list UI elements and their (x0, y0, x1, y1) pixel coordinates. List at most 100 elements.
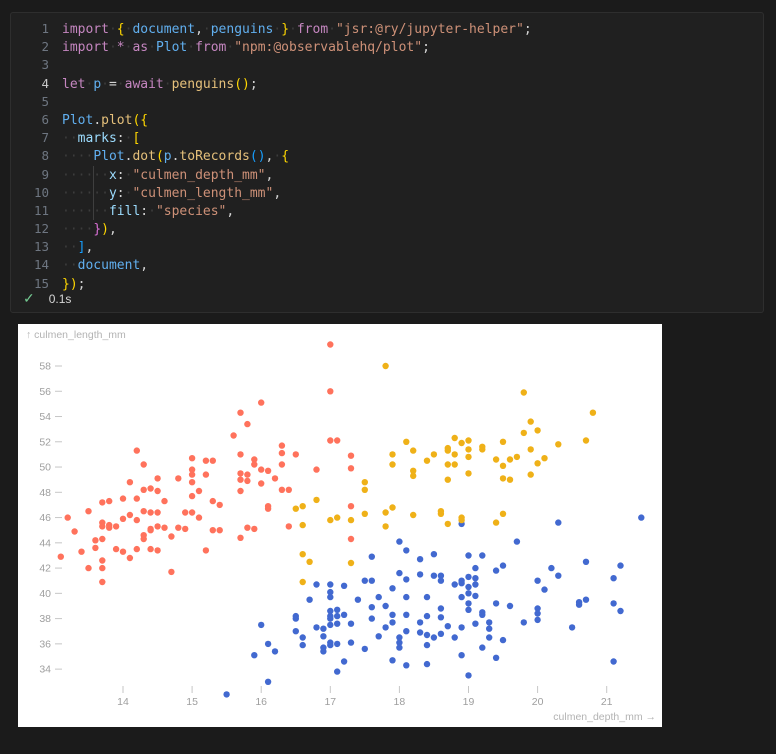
data-point (134, 517, 140, 523)
x-axis-title: culmen_depth_mm → (553, 711, 656, 723)
data-point (569, 624, 575, 630)
data-point (521, 430, 527, 436)
data-point (161, 525, 167, 531)
data-point (99, 536, 105, 542)
code-line: 13··], (11, 238, 763, 256)
code-token: = (109, 77, 117, 92)
data-point (237, 488, 243, 494)
code-token: : (117, 168, 125, 183)
x-tick-label: 16 (255, 696, 267, 708)
code-token: dot (132, 149, 155, 164)
code-token: ; (78, 277, 86, 292)
data-point (196, 514, 202, 520)
data-point (92, 537, 98, 543)
data-point (382, 523, 388, 529)
x-tick-label: 19 (463, 696, 475, 708)
data-point (465, 446, 471, 452)
data-point (92, 545, 98, 551)
data-point (106, 525, 112, 531)
code-token: let (62, 77, 85, 92)
code-token: [ (132, 131, 140, 146)
data-point (341, 658, 347, 664)
data-point (465, 607, 471, 613)
data-point (445, 461, 451, 467)
data-point (583, 437, 589, 443)
data-point (327, 517, 333, 523)
code-editor[interactable]: 1import·{·document,·penguins·}·from·"jsr… (11, 13, 763, 293)
data-point (244, 478, 250, 484)
code-token: from (297, 22, 328, 37)
code-token: ( (234, 77, 242, 92)
data-point (521, 389, 527, 395)
data-point (348, 536, 354, 542)
data-point (141, 487, 147, 493)
data-point (382, 509, 388, 515)
code-token: "npm:@observablehq/plot" (234, 40, 422, 55)
y-tick-label: 52 (39, 436, 51, 448)
x-tick-label: 20 (532, 696, 544, 708)
series-chinstrap (293, 363, 597, 585)
whitespace-dot: ······ (62, 204, 109, 219)
whitespace-dot: · (109, 40, 117, 55)
data-point (389, 451, 395, 457)
data-point (127, 555, 133, 561)
data-point (237, 451, 243, 457)
data-point (99, 523, 105, 529)
data-point (141, 461, 147, 467)
data-point (493, 456, 499, 462)
data-point (99, 499, 105, 505)
whitespace-dot: ·· (62, 258, 78, 273)
data-point (452, 451, 458, 457)
data-point (154, 523, 160, 529)
data-point (85, 565, 91, 571)
data-point (106, 498, 112, 504)
data-point (147, 546, 153, 552)
line-number: 8 (11, 147, 49, 165)
data-point (610, 600, 616, 606)
code-token: penguins (211, 22, 274, 37)
code-token: , (226, 204, 234, 219)
data-point (300, 642, 306, 648)
data-point (175, 475, 181, 481)
data-point (99, 579, 105, 585)
line-number: 12 (11, 220, 49, 238)
data-point (279, 442, 285, 448)
data-point (327, 581, 333, 587)
data-point (313, 581, 319, 587)
data-point (327, 594, 333, 600)
data-point (210, 498, 216, 504)
data-point (458, 652, 464, 658)
whitespace-dot: ···· (62, 222, 93, 237)
code-token: , (273, 186, 281, 201)
code-line: 15}); (11, 275, 763, 293)
data-point (528, 446, 534, 452)
code-token: ) (242, 77, 250, 92)
data-point (424, 594, 430, 600)
data-point (127, 512, 133, 518)
series-gentoo (58, 341, 355, 585)
execution-time: 0.1s (49, 292, 72, 306)
code-token: "species" (156, 204, 226, 219)
data-point (203, 471, 209, 477)
data-point (500, 463, 506, 469)
data-point (161, 498, 167, 504)
whitespace-dot: ···· (62, 149, 93, 164)
line-number: 6 (11, 111, 49, 129)
data-point (327, 341, 333, 347)
data-point (376, 594, 382, 600)
data-point (348, 639, 354, 645)
data-point (244, 421, 250, 427)
data-point (438, 614, 444, 620)
data-point (182, 526, 188, 532)
data-point (258, 399, 264, 405)
code-token: , (266, 168, 274, 183)
x-tick-label: 17 (324, 696, 336, 708)
code-token: Plot (156, 40, 187, 55)
whitespace-dot: ······ (62, 186, 109, 201)
plot-output-panel: ↑ culmen_length_mmculmen_depth_mm →14151… (18, 324, 662, 727)
y-tick-label: 58 (39, 361, 51, 373)
data-point (465, 600, 471, 606)
code-token: ; (250, 77, 258, 92)
x-tick-label: 18 (394, 696, 406, 708)
whitespace-dot: · (273, 149, 281, 164)
